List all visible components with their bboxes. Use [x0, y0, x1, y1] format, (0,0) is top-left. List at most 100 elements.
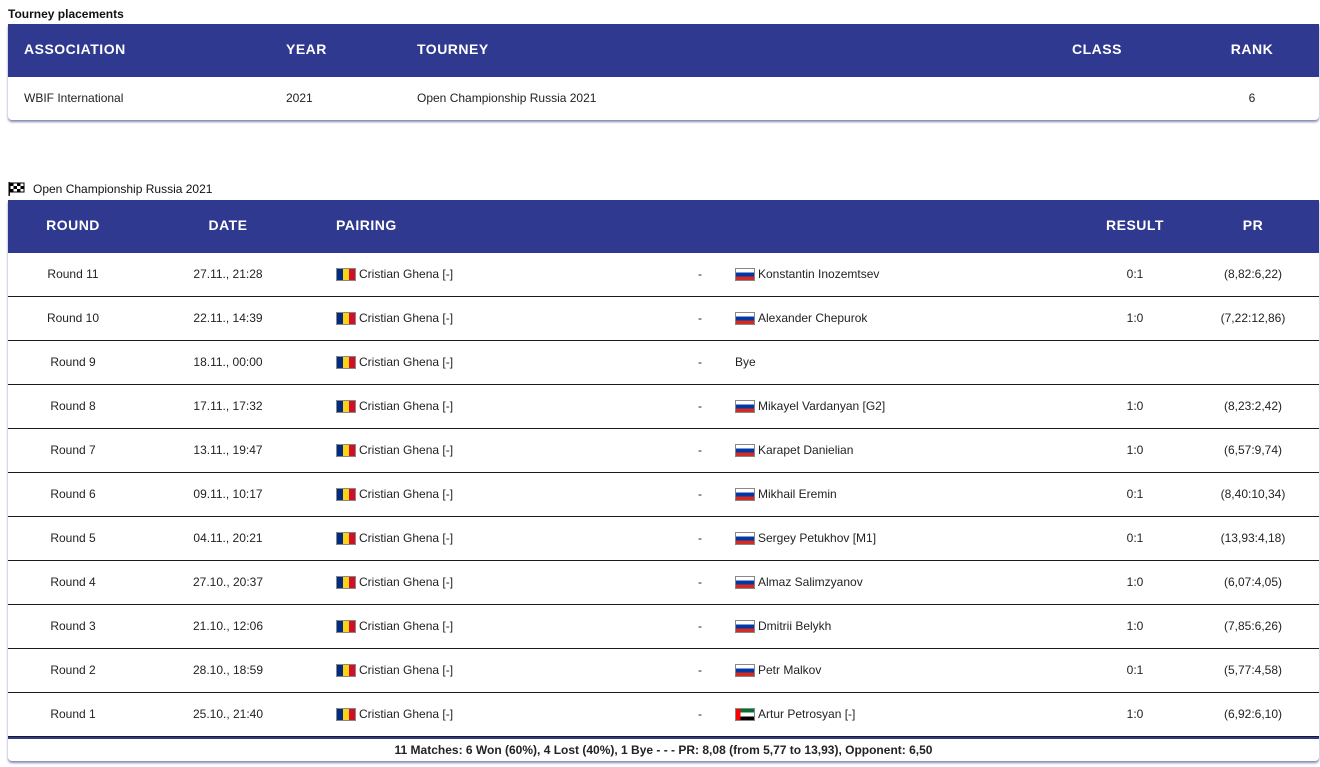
player-flag-icon: [336, 664, 356, 677]
cell-player[interactable]: Cristian Ghena [-]: [336, 341, 453, 384]
opponent-name[interactable]: Artur Petrosyan [-]: [758, 707, 855, 721]
table-row[interactable]: Round 2 28.10., 18:59 Cristian Ghena [-] - P…: [8, 649, 1319, 693]
player-name[interactable]: Cristian Ghena [-]: [359, 707, 453, 721]
player-name[interactable]: Cristian Ghena [-]: [359, 267, 453, 281]
cell-result: 1:0: [1126, 443, 1144, 457]
table-row[interactable]: Round 5 04.11., 20:21 Cristian Ghena [-] - S…: [8, 517, 1319, 561]
player-name[interactable]: Cristian Ghena [-]: [359, 531, 453, 545]
opponent-flag-icon: [735, 664, 755, 677]
cell-opponent[interactable]: Alexander Chepurok: [735, 297, 867, 340]
cell-round: Round 11: [47, 267, 99, 281]
cell-opponent[interactable]: Bye: [735, 341, 756, 384]
header-year[interactable]: YEAR: [286, 24, 327, 77]
header-pr[interactable]: PR: [1213, 200, 1293, 253]
cell-pr: (7,85:6,26): [1223, 619, 1283, 633]
table-row[interactable]: Round 6 09.11., 10:17 Cristian Ghena [-] - M…: [8, 473, 1319, 517]
cell-pr: (8,23:2,42): [1223, 399, 1283, 413]
cell-round: Round 2: [50, 663, 96, 677]
opponent-flag-icon: [735, 312, 755, 325]
table-row[interactable]: Round 4 27.10., 20:37 Cristian Ghena [-] - A…: [8, 561, 1319, 605]
cell-tourney[interactable]: Open Championship Russia 2021: [417, 77, 596, 120]
tourney-title-text: Open Championship Russia 2021: [33, 182, 213, 196]
player-name[interactable]: Cristian Ghena [-]: [359, 663, 453, 677]
header-association[interactable]: ASSOCIATION: [24, 24, 126, 77]
cell-player[interactable]: Cristian Ghena [-]: [336, 429, 453, 472]
cell-opponent[interactable]: Mikayel Vardanyan [G2]: [735, 385, 885, 428]
cell-opponent[interactable]: Sergey Petukhov [M1]: [735, 517, 876, 560]
opponent-name[interactable]: Mikayel Vardanyan [G2]: [758, 399, 885, 413]
cell-pr: (8,40:10,34): [1220, 487, 1286, 501]
player-flag-icon: [336, 620, 356, 633]
opponent-name[interactable]: Bye: [735, 355, 756, 369]
cell-result: [1095, 341, 1175, 384]
opponent-name[interactable]: Alexander Chepurok: [758, 311, 867, 325]
pairing-separator: -: [698, 487, 702, 501]
opponent-name[interactable]: Mikhail Eremin: [758, 487, 837, 501]
opponent-name[interactable]: Sergey Petukhov [M1]: [758, 531, 876, 545]
cell-round: Round 1: [50, 707, 96, 721]
header-result[interactable]: RESULT: [1095, 200, 1175, 253]
cell-player[interactable]: Cristian Ghena [-]: [336, 253, 453, 296]
header-class[interactable]: CLASS: [1072, 24, 1122, 77]
cell-opponent[interactable]: Almaz Salimzyanov: [735, 561, 863, 604]
placements-row[interactable]: WBIF International 2021 Open Championshi…: [8, 77, 1319, 120]
cell-opponent[interactable]: Dmitrii Belykh: [735, 605, 831, 648]
table-row[interactable]: Round 11 27.11., 21:28 Cristian Ghena [-] -…: [8, 253, 1319, 297]
header-round[interactable]: ROUND: [8, 200, 138, 253]
cell-player[interactable]: Cristian Ghena [-]: [336, 517, 453, 560]
opponent-name[interactable]: Petr Malkov: [758, 663, 821, 677]
cell-round: Round 9: [50, 355, 96, 369]
cell-date: 28.10., 18:59: [192, 663, 264, 677]
cell-player[interactable]: Cristian Ghena [-]: [336, 561, 453, 604]
cell-opponent[interactable]: Petr Malkov: [735, 649, 821, 692]
cell-player[interactable]: Cristian Ghena [-]: [336, 693, 453, 736]
cell-result: 0:1: [1126, 487, 1144, 501]
cell-date: 09.11., 10:17: [193, 487, 263, 501]
cell-date: 27.10., 20:37: [192, 575, 264, 589]
cell-round: Round 5: [50, 531, 96, 545]
table-row[interactable]: Round 3 21.10., 12:06 Cristian Ghena [-] - D…: [8, 605, 1319, 649]
placements-table: ASSOCIATION YEAR TOURNEY CLASS RANK WBIF…: [8, 24, 1319, 120]
cell-pr: (5,77:4,58): [1223, 663, 1283, 677]
table-row[interactable]: Round 1 25.10., 21:40 Cristian Ghena [-] - A…: [8, 693, 1319, 737]
cell-round: Round 10: [46, 311, 100, 325]
table-row[interactable]: Round 9 18.11., 00:00 Cristian Ghena [-] - B…: [8, 341, 1319, 385]
player-name[interactable]: Cristian Ghena [-]: [359, 443, 453, 457]
cell-date: 25.10., 21:40: [192, 707, 264, 721]
player-flag-icon: [336, 444, 356, 457]
header-rank[interactable]: RANK: [1212, 24, 1292, 77]
pairing-separator: -: [698, 663, 702, 677]
cell-pr: [1213, 341, 1293, 384]
cell-opponent[interactable]: Mikhail Eremin: [735, 473, 837, 516]
opponent-name[interactable]: Almaz Salimzyanov: [758, 575, 863, 589]
cell-player[interactable]: Cristian Ghena [-]: [336, 649, 453, 692]
tourney-title: Open Championship Russia 2021: [8, 182, 212, 196]
cell-opponent[interactable]: Artur Petrosyan [-]: [735, 693, 855, 736]
table-row[interactable]: Round 7 13.11., 19:47 Cristian Ghena [-] - K…: [8, 429, 1319, 473]
opponent-flag-icon: [735, 708, 755, 721]
header-tourney[interactable]: TOURNEY: [417, 24, 489, 77]
player-name[interactable]: Cristian Ghena [-]: [359, 575, 453, 589]
table-row[interactable]: Round 8 17.11., 17:32 Cristian Ghena [-] - M…: [8, 385, 1319, 429]
player-name[interactable]: Cristian Ghena [-]: [359, 311, 453, 325]
cell-player[interactable]: Cristian Ghena [-]: [336, 605, 453, 648]
opponent-name[interactable]: Karapet Danielian: [758, 443, 853, 457]
player-name[interactable]: Cristian Ghena [-]: [359, 399, 453, 413]
header-pairing[interactable]: PAIRING: [336, 200, 397, 253]
player-flag-icon: [336, 532, 356, 545]
header-date[interactable]: DATE: [168, 200, 288, 253]
player-name[interactable]: Cristian Ghena [-]: [359, 487, 453, 501]
opponent-name[interactable]: Konstantin Inozemtsev: [758, 267, 879, 281]
opponent-flag-icon: [735, 576, 755, 589]
opponent-name[interactable]: Dmitrii Belykh: [758, 619, 831, 633]
cell-opponent[interactable]: Karapet Danielian: [735, 429, 853, 472]
cell-rank: 6: [1248, 91, 1256, 105]
cell-player[interactable]: Cristian Ghena [-]: [336, 297, 453, 340]
cell-player[interactable]: Cristian Ghena [-]: [336, 385, 453, 428]
player-name[interactable]: Cristian Ghena [-]: [359, 619, 453, 633]
cell-opponent[interactable]: Konstantin Inozemtsev: [735, 253, 879, 296]
table-row[interactable]: Round 10 22.11., 14:39 Cristian Ghena [-] -…: [8, 297, 1319, 341]
cell-player[interactable]: Cristian Ghena [-]: [336, 473, 453, 516]
player-name[interactable]: Cristian Ghena [-]: [359, 355, 453, 369]
cell-association: WBIF International: [24, 91, 124, 105]
